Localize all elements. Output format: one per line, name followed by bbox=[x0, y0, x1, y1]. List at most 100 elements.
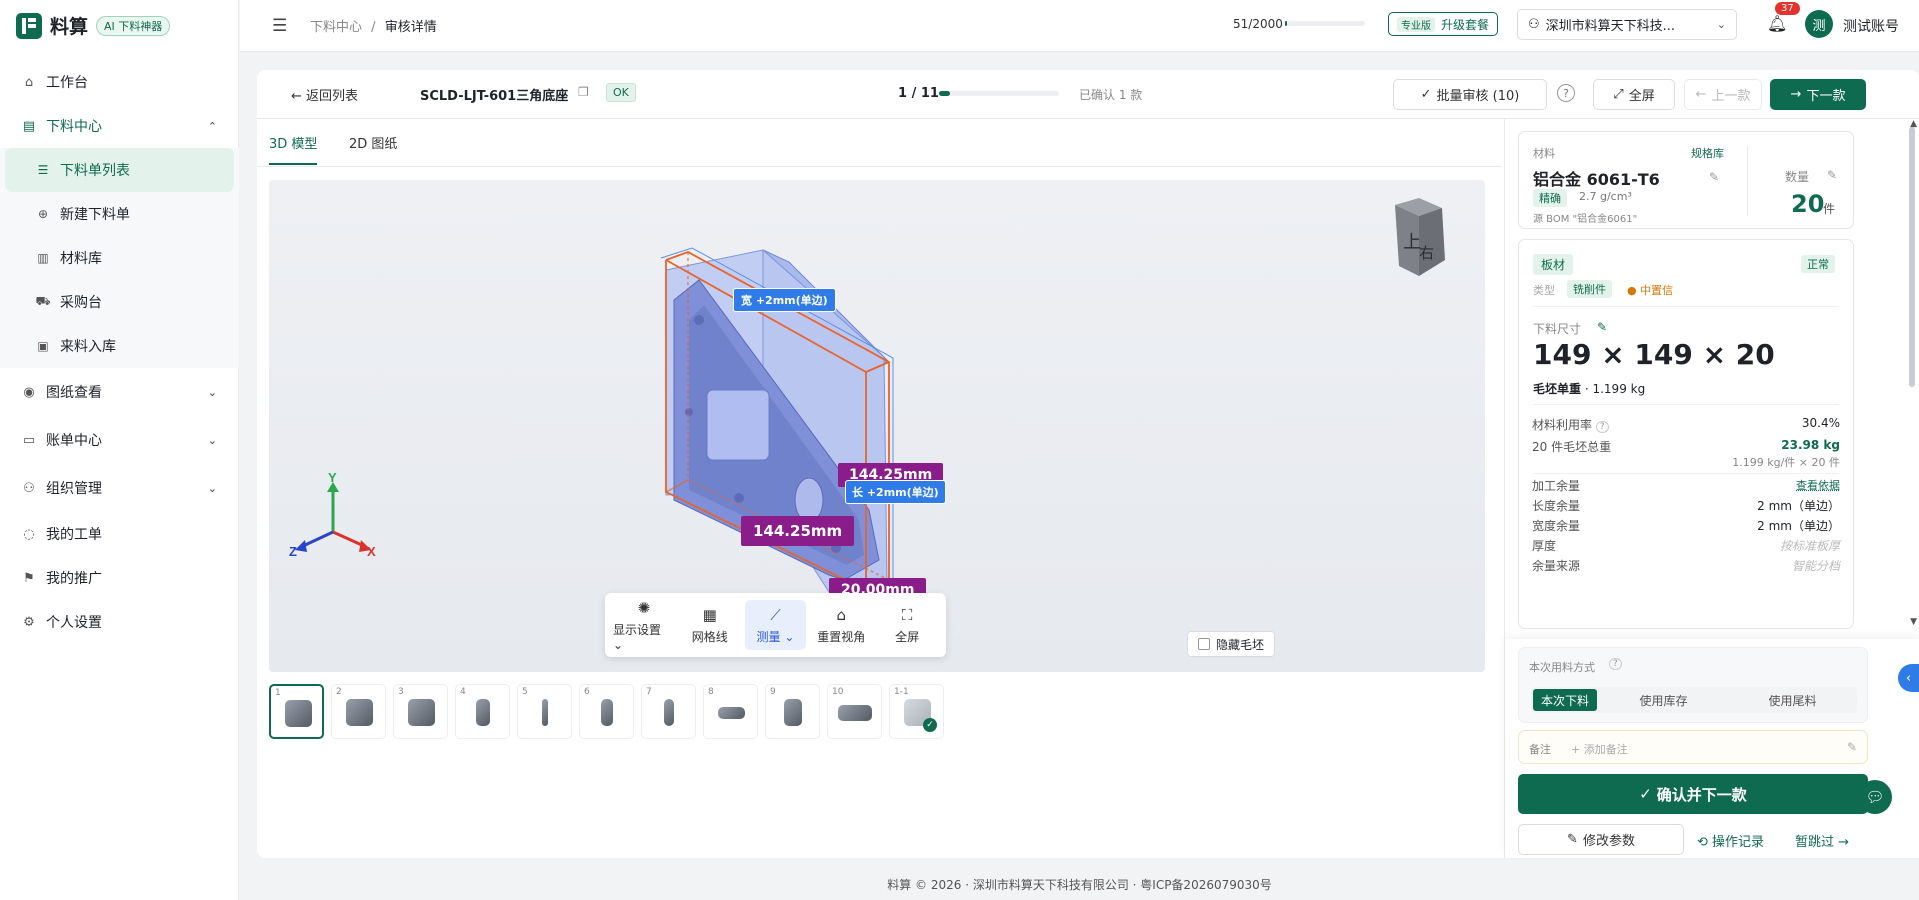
breadcrumb-sep: / bbox=[371, 20, 375, 35]
gear-icon: ⚙ bbox=[20, 615, 38, 630]
edit-icon[interactable]: ✎ bbox=[1709, 170, 1719, 184]
help-icon[interactable]: ? bbox=[1609, 658, 1622, 670]
edit-params-button[interactable]: ✎ 修改参数 bbox=[1518, 824, 1684, 855]
arrow-right-icon: → bbox=[1791, 87, 1802, 102]
log-link[interactable]: ⟲ 操作记录 bbox=[1697, 831, 1764, 850]
usage-card: 本次用料方式 ? 本次下料 使用库存 使用尾料 bbox=[1518, 647, 1868, 723]
thumbnail[interactable]: 5 bbox=[517, 684, 572, 739]
nav-org[interactable]: ⚇ 组织管理 ⌄ bbox=[0, 464, 239, 512]
plate-kind: 板材 bbox=[1533, 254, 1573, 275]
scroll-up-icon[interactable]: ▲ bbox=[1910, 119, 1917, 129]
sidebar-item-new-cutting[interactable]: ⊕ 新建下料单 bbox=[0, 192, 239, 236]
thumbnail[interactable]: 3 bbox=[393, 684, 448, 739]
sidebar-item-materials[interactable]: ▥ 材料库 bbox=[0, 236, 239, 280]
breadcrumb-current: 审核详情 bbox=[385, 20, 437, 35]
sidebar-item-inbound[interactable]: ▣ 来料入库 bbox=[0, 324, 239, 368]
breadcrumb-parent[interactable]: 下料中心 bbox=[310, 20, 362, 35]
thumbnail[interactable]: 8 bbox=[703, 684, 758, 739]
nav-label: 我的推广 bbox=[46, 568, 102, 588]
part-thumbnail-image bbox=[838, 705, 872, 721]
wid-margin-label: 宽度余量 bbox=[1532, 517, 1580, 534]
scroll-down-icon[interactable]: ▼ bbox=[1910, 617, 1917, 627]
len-margin-value: 2 mm（单边） bbox=[1757, 497, 1840, 514]
back-button[interactable]: ← 返回列表 bbox=[291, 85, 358, 104]
grid-button[interactable]: ▦ 网格线 bbox=[679, 600, 741, 650]
edit-icon: ✎ bbox=[1847, 740, 1857, 754]
company-select[interactable]: ⚇ 深圳市料算天下科技... ⌄ bbox=[1517, 9, 1737, 40]
avatar[interactable]: 测 bbox=[1805, 10, 1833, 38]
reset-view-button[interactable]: ⌂ 重置视角 bbox=[810, 600, 872, 650]
plan-label: 升级套餐 bbox=[1441, 16, 1489, 33]
nav-cutting-center[interactable]: ▤ 下料中心 ⌃ bbox=[0, 104, 239, 148]
logo[interactable]: 料算 AI 下料神器 bbox=[16, 12, 170, 39]
help-icon[interactable]: ? bbox=[1557, 84, 1575, 102]
confirm-next-button[interactable]: ✓ 确认并下一款 bbox=[1518, 774, 1868, 814]
sub-label: 来料入库 bbox=[60, 336, 116, 356]
usage-option-stock[interactable]: 使用库存 bbox=[1599, 687, 1728, 713]
help-icon[interactable]: ? bbox=[1596, 421, 1609, 433]
skip-link[interactable]: 暂跳过 → bbox=[1795, 831, 1849, 850]
view-cube[interactable]: 上 右 bbox=[1395, 198, 1445, 276]
fullscreen-button[interactable]: ⤢ 全屏 bbox=[1593, 79, 1675, 110]
tab-3d-model[interactable]: 3D 模型 bbox=[269, 133, 317, 165]
usage-option-offcut[interactable]: 使用尾料 bbox=[1728, 687, 1857, 713]
company-name: 深圳市料算天下科技... bbox=[1546, 15, 1675, 34]
thumbnail[interactable]: 10 bbox=[827, 684, 882, 739]
prev-button[interactable]: ← 上一款 bbox=[1684, 79, 1762, 110]
thumbnail[interactable]: 7 bbox=[641, 684, 696, 739]
edit-icon[interactable]: ✎ bbox=[1597, 320, 1607, 334]
usage-option-new[interactable]: 本次下料 bbox=[1533, 689, 1597, 711]
part-thumbnail-image bbox=[664, 699, 674, 726]
confirmed-count: 已确认 1 款 bbox=[1079, 86, 1142, 103]
nav-promo[interactable]: ⚑ 我的推广 bbox=[0, 556, 239, 600]
measure-button[interactable]: ⟋ 测量 ⌄ bbox=[745, 600, 807, 650]
copy-icon[interactable]: ❐ bbox=[578, 85, 589, 99]
review-card: ← 返回列表 SCLD-LJT-601三角底座 ❐ OK 1 / 11 已确认 … bbox=[257, 70, 1919, 858]
username[interactable]: 测试账号 bbox=[1843, 16, 1899, 36]
bell-icon[interactable]: 🔔︎ 37 bbox=[1767, 14, 1787, 33]
edit-icon[interactable]: ✎ bbox=[1827, 168, 1837, 182]
logo-icon bbox=[16, 13, 42, 39]
edit-label: 修改参数 bbox=[1583, 830, 1635, 849]
viewer-fullscreen-button[interactable]: ⛶ 全屏 bbox=[876, 600, 938, 650]
margin-basis-link[interactable]: 查看依据 bbox=[1796, 477, 1840, 494]
upgrade-plan-button[interactable]: 专业版 升级套餐 bbox=[1388, 12, 1498, 36]
chevron-up-icon: ⌃ bbox=[208, 120, 217, 133]
sidebar-item-cutting-list[interactable]: ☰ 下料单列表 bbox=[5, 148, 234, 192]
thumbnail[interactable]: 6 bbox=[579, 684, 634, 739]
type-label: 类型 bbox=[1533, 282, 1555, 298]
book-icon: ▥ bbox=[34, 251, 52, 265]
spec-library-link[interactable]: 规格库 bbox=[1691, 145, 1724, 161]
nav-tickets[interactable]: ◌ 我的工单 bbox=[0, 512, 239, 556]
topbar: ☰ 下料中心 / 审核详情 51/2000 专业版 升级套餐 ⚇ 深圳市料算天下科技… bbox=[240, 0, 1919, 52]
panel-scrollbar[interactable] bbox=[1909, 127, 1915, 387]
len-margin-row: 长度余量 2 mm（单边） bbox=[1532, 497, 1840, 514]
thumbnail[interactable]: 1 bbox=[269, 684, 324, 739]
thumbnail[interactable]: 4 bbox=[455, 684, 510, 739]
display-settings-button[interactable]: ✺ 显示设置 ⌄ bbox=[613, 600, 675, 650]
chat-fab[interactable]: 💬︎ bbox=[1858, 780, 1892, 814]
collapse-panel-tab[interactable]: ‹ bbox=[1898, 664, 1919, 692]
material-card: 材料 规格库 铝合金 6061-T6 ✎ 精确 2.7 g/cm³ 源 BOM … bbox=[1518, 131, 1854, 229]
thumbnail[interactable]: 2 bbox=[331, 684, 386, 739]
nav-billing[interactable]: ▭ 账单中心 ⌄ bbox=[0, 416, 239, 464]
nav-drawings[interactable]: ◉ 图纸查看 ⌄ bbox=[0, 368, 239, 416]
tab-2d-drawing[interactable]: 2D 图纸 bbox=[349, 133, 397, 163]
nav-workbench[interactable]: ⌂ 工作台 bbox=[0, 60, 239, 104]
note-field[interactable]: 备注 + 添加备注 ✎ bbox=[1518, 730, 1868, 764]
hide-raw-checkbox[interactable]: 隐藏毛坯 bbox=[1187, 631, 1275, 657]
next-button[interactable]: → 下一款 bbox=[1770, 79, 1866, 110]
nav-label: 组织管理 bbox=[46, 478, 102, 498]
thumbnail[interactable]: 9 bbox=[765, 684, 820, 739]
density: 2.7 g/cm³ bbox=[1579, 190, 1632, 203]
batch-review-button[interactable]: ✓ 批量审核 (10) bbox=[1393, 79, 1547, 110]
sidebar-item-purchase[interactable]: ⛟ 采购台 bbox=[0, 280, 239, 324]
chevron-down-icon: ⌄ bbox=[208, 482, 217, 495]
sub-label: 下料单列表 bbox=[60, 160, 130, 180]
quota-fill bbox=[1285, 21, 1287, 26]
chevron-down-icon: ⌄ bbox=[208, 434, 217, 447]
nav-settings[interactable]: ⚙ 个人设置 bbox=[0, 600, 239, 644]
menu-collapse-icon[interactable]: ☰ bbox=[272, 16, 287, 36]
thumbnail[interactable]: 1-1 ✓ bbox=[889, 684, 944, 739]
3d-viewer[interactable]: Y X Z 上 右 宽 +2mm(单边) 144.25mm 长 +2mm(单边)… bbox=[269, 180, 1485, 672]
